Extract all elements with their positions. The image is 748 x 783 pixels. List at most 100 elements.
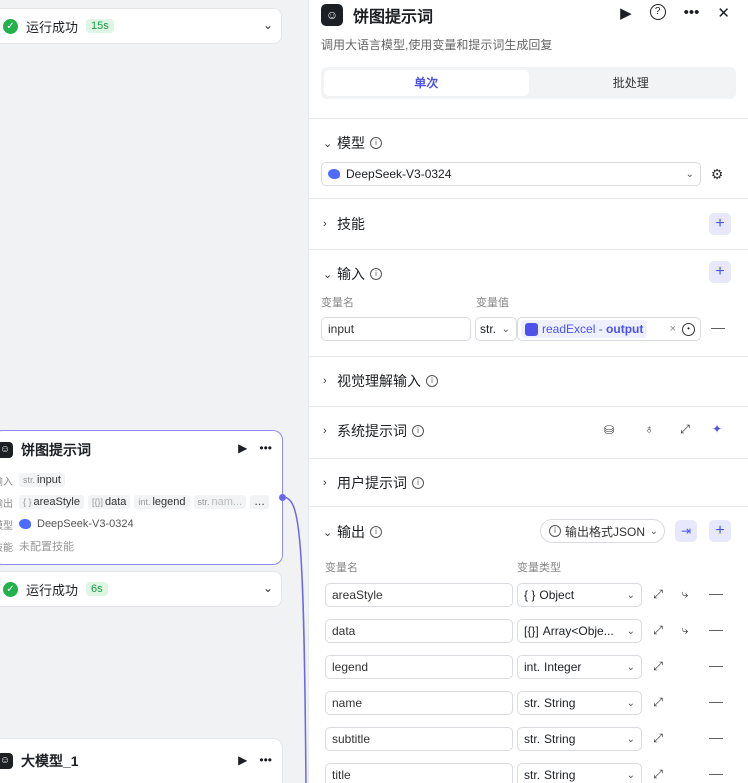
output-var-name-field[interactable]: areaStyle [325, 583, 513, 607]
prompt-library-icon[interactable]: ⛁ [601, 423, 617, 437]
info-icon[interactable]: i [412, 477, 424, 489]
remove-output-button[interactable]: — [709, 729, 723, 745]
output-var-name-field[interactable]: title [325, 763, 513, 783]
column-header-name: 变量名 [325, 562, 358, 574]
chevron-down-icon[interactable]: ⌄ [263, 581, 273, 595]
node-output-chip: [{}] data [88, 495, 131, 509]
input-ref-select[interactable]: readExcel - output × • [517, 317, 701, 341]
add-input-button[interactable]: + [709, 261, 731, 283]
chevron-right-icon[interactable]: › [323, 375, 337, 387]
remove-output-button[interactable]: — [709, 657, 723, 673]
system-prompt-section: › 系统提示词 i ⛁ ♁ ⤢ ✦ [309, 406, 748, 458]
add-skill-button[interactable]: + [709, 213, 731, 235]
info-icon[interactable]: i [370, 268, 382, 280]
input-var-name-field[interactable]: input [321, 317, 471, 341]
tab-batch[interactable]: 批处理 [529, 70, 734, 96]
lightbulb-icon[interactable]: ♁ [641, 422, 657, 436]
output-type-select[interactable]: str. String ⌄ [517, 763, 642, 783]
expand-icon[interactable]: ⤢ [650, 587, 666, 602]
model-select[interactable]: DeepSeek-V3-0324 ⌄ [321, 162, 701, 186]
node-model-value: DeepSeek-V3-0324 [37, 518, 134, 530]
section-title: 输出 [337, 524, 365, 540]
output-type-select[interactable]: [{}] Array<Obje... ⌄ [517, 619, 642, 643]
tab-single[interactable]: 单次 [324, 70, 529, 96]
chevron-down-icon[interactable]: ⌄ [323, 268, 337, 281]
remove-output-button[interactable]: — [709, 621, 723, 637]
chevron-down-icon: ⌄ [501, 323, 510, 335]
output-type-select[interactable]: str. String ⌄ [517, 691, 642, 715]
output-var-name-field[interactable]: legend [325, 655, 513, 679]
output-format-value: 输出格式JSON [565, 524, 646, 539]
add-child-icon[interactable]: ⤷ [677, 587, 693, 602]
chevron-down-icon: ⌄ [626, 697, 635, 709]
output-type-select[interactable]: { } Object ⌄ [517, 583, 642, 607]
run-time-badge: 6s [86, 582, 108, 596]
info-icon[interactable]: i [412, 425, 424, 437]
node-model-label: 模型 [0, 520, 13, 532]
output-type-value: String [544, 696, 576, 710]
run-status-bar[interactable]: ✓ 运行成功 6s ⌄ [0, 571, 282, 607]
target-icon[interactable]: • [682, 322, 695, 336]
run-status-bar[interactable]: ✓ 运行成功 15s ⌄ [0, 8, 282, 44]
output-format-select[interactable]: i 输出格式JSON ⌄ [540, 519, 665, 543]
clear-icon[interactable]: × [670, 323, 676, 335]
remove-output-button[interactable]: — [709, 585, 723, 601]
chevron-down-icon[interactable]: ⌄ [263, 18, 273, 32]
inputs-section: ⌄ 输入 i + 变量名 变量值 input str. ⌄ readExcel … [309, 249, 748, 356]
settings-gear-icon[interactable]: ⚙ [709, 166, 725, 183]
input-type-value: str. [480, 322, 497, 336]
node-settings-panel: ☺ 饼图提示词 ▶ ? ••• ✕ 调用大语言模型,使用变量和提示词生成回复 单… [308, 0, 748, 783]
section-title: 系统提示词 [337, 423, 407, 439]
output-var-name-field[interactable]: data [325, 619, 513, 643]
play-icon[interactable]: ▶ [620, 4, 632, 22]
output-type-select[interactable]: int. Integer ⌄ [517, 655, 642, 679]
remove-input-button[interactable]: — [711, 319, 725, 335]
ai-sparkle-icon[interactable]: ✦ [709, 422, 725, 436]
remove-output-button[interactable]: — [709, 765, 723, 781]
remove-output-button[interactable]: — [709, 693, 723, 709]
expand-icon[interactable]: ⤢ [650, 695, 666, 710]
output-var-name-field[interactable]: name [325, 691, 513, 715]
workflow-canvas[interactable]: ✓ 运行成功 15s ⌄ ☺ 饼图提示词 ▶ ••• 输入 str.input … [0, 0, 308, 783]
expand-icon[interactable]: ⤢ [650, 623, 666, 638]
output-var-name-field[interactable]: subtitle [325, 727, 513, 751]
add-child-icon[interactable]: ⤷ [677, 623, 693, 638]
info-icon: i [549, 525, 561, 537]
add-output-button[interactable]: + [709, 520, 731, 542]
more-icon[interactable]: ••• [684, 4, 700, 22]
section-title: 输入 [337, 266, 365, 282]
expand-icon[interactable]: ⤢ [677, 422, 693, 437]
play-icon[interactable]: ▶ [238, 753, 247, 767]
llm-node-card[interactable]: ☺ 饼图提示词 ▶ ••• 输入 str.input 输出 { }areaSty… [0, 430, 286, 565]
node-title: 饼图提示词 [21, 442, 91, 458]
skills-section: › 技能 + [309, 198, 748, 249]
column-header-name: 变量名 [321, 297, 354, 309]
help-icon[interactable]: ? [649, 4, 666, 20]
more-icon[interactable]: ••• [259, 753, 272, 767]
node-more-chip[interactable]: … [250, 495, 270, 509]
chevron-down-icon[interactable]: ⌄ [323, 526, 337, 539]
info-icon[interactable]: i [370, 137, 382, 149]
input-type-select[interactable]: str. ⌄ [475, 317, 517, 341]
info-icon[interactable]: i [370, 526, 382, 538]
expand-icon[interactable]: ⤢ [650, 659, 666, 674]
chevron-down-icon[interactable]: ⌄ [323, 137, 337, 150]
expand-icon[interactable]: ⤢ [650, 767, 666, 782]
import-output-button[interactable]: ⇥ [675, 520, 697, 542]
node-output-label: 输出 [0, 498, 13, 510]
more-icon[interactable]: ••• [259, 441, 272, 455]
connection-line [283, 496, 307, 783]
output-type-select[interactable]: str. String ⌄ [517, 727, 642, 751]
chevron-right-icon[interactable]: › [323, 218, 337, 230]
llm-node-card-2[interactable]: ☺ 大模型_1 ▶ ••• [0, 738, 283, 783]
chevron-right-icon[interactable]: › [323, 425, 337, 437]
deepseek-logo-icon [19, 519, 31, 529]
type-icon: { } [524, 588, 536, 602]
chevron-down-icon: ⌄ [626, 589, 635, 601]
chevron-down-icon: ⌄ [649, 525, 658, 537]
play-icon[interactable]: ▶ [238, 441, 247, 455]
info-icon[interactable]: i [426, 375, 438, 387]
expand-icon[interactable]: ⤢ [650, 731, 666, 746]
chevron-right-icon[interactable]: › [323, 477, 337, 489]
close-icon[interactable]: ✕ [717, 4, 730, 22]
